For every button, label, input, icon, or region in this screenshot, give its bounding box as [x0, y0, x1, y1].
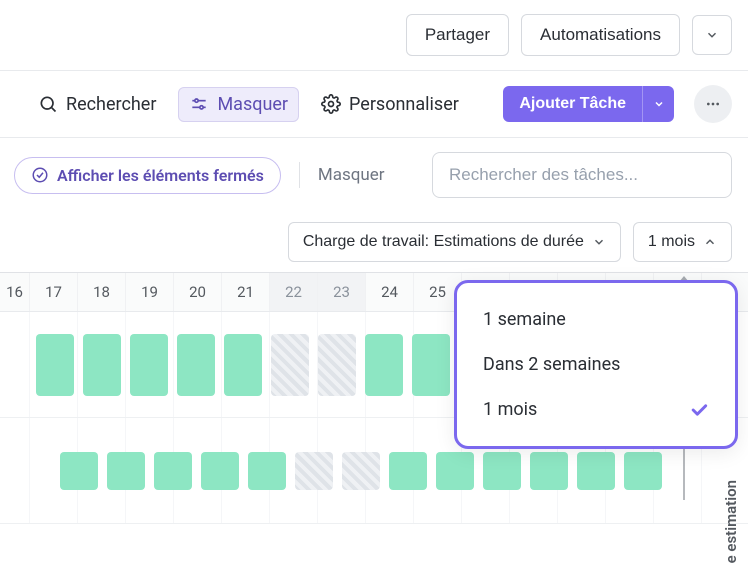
side-label: e estimation [722, 480, 740, 563]
day-cell[interactable]: 18 [78, 273, 126, 311]
sliders-icon [189, 94, 209, 114]
workload-block[interactable] [60, 452, 98, 490]
hide-label: Masquer [217, 94, 288, 115]
workload-block[interactable] [130, 334, 168, 396]
workload-block[interactable] [389, 452, 427, 490]
workload-block[interactable] [577, 452, 615, 490]
automations-dropdown[interactable] [692, 15, 732, 55]
search-tool[interactable]: Rechercher [28, 88, 166, 121]
more-button[interactable] [694, 85, 732, 123]
add-task-button[interactable]: Ajouter Tâche [503, 86, 642, 122]
gear-icon [321, 94, 341, 114]
day-cell[interactable]: 16 [0, 273, 30, 311]
range-dropdown: 1 semaine Dans 2 semaines 1 mois [454, 280, 738, 449]
workload-block[interactable] [412, 334, 450, 396]
range-selector[interactable]: 1 mois [633, 222, 732, 262]
workload-block[interactable] [365, 334, 403, 396]
customize-label: Personnaliser [349, 94, 459, 115]
workload-block[interactable] [436, 452, 474, 490]
divider [299, 162, 300, 188]
day-cell[interactable]: 19 [126, 273, 174, 311]
add-task-dropdown[interactable] [642, 86, 674, 122]
hide-tool[interactable]: Masquer [178, 87, 299, 122]
range-option[interactable]: 1 semaine [457, 297, 735, 342]
chevron-up-icon [703, 235, 717, 249]
chevron-down-icon [653, 98, 665, 110]
workload-block[interactable] [530, 452, 568, 490]
search-tasks-input[interactable] [432, 152, 732, 198]
day-cell[interactable]: 21 [222, 273, 270, 311]
show-closed-label: Afficher les éléments fermés [57, 166, 264, 185]
workload-block[interactable] [318, 334, 356, 396]
range-option-label: 1 semaine [483, 309, 566, 330]
range-option[interactable]: 1 mois [457, 387, 735, 432]
workload-block[interactable] [107, 452, 145, 490]
automations-button[interactable]: Automatisations [521, 14, 680, 56]
workload-block[interactable] [154, 452, 192, 490]
workload-block[interactable] [83, 334, 121, 396]
more-horizontal-icon [705, 96, 721, 112]
range-label: 1 mois [648, 233, 695, 251]
search-icon [38, 94, 58, 114]
workload-block[interactable] [224, 334, 262, 396]
day-cell[interactable]: 17 [30, 273, 78, 311]
search-label: Rechercher [66, 94, 156, 115]
workload-block[interactable] [201, 452, 239, 490]
check-circle-icon [31, 166, 49, 184]
workload-label: Charge de travail: Estimations de durée [303, 233, 584, 251]
workload-block[interactable] [624, 452, 662, 490]
workload-block[interactable] [483, 452, 521, 490]
workload-block[interactable] [177, 334, 215, 396]
hide-filter[interactable]: Masquer [318, 165, 385, 185]
range-option-label: 1 mois [483, 399, 537, 420]
day-cell[interactable]: 20 [174, 273, 222, 311]
chevron-down-icon [705, 28, 719, 42]
day-cell[interactable]: 24 [366, 273, 414, 311]
check-icon [689, 400, 709, 420]
workload-block[interactable] [248, 452, 286, 490]
customize-tool[interactable]: Personnaliser [311, 88, 469, 121]
workload-block[interactable] [36, 334, 74, 396]
chevron-down-icon [592, 235, 606, 249]
workload-block[interactable] [271, 334, 309, 396]
range-option-label: Dans 2 semaines [483, 354, 620, 375]
day-cell[interactable]: 22 [270, 273, 318, 311]
workload-selector[interactable]: Charge de travail: Estimations de durée [288, 222, 621, 262]
workload-block[interactable] [295, 452, 333, 490]
day-cell[interactable]: 23 [318, 273, 366, 311]
show-closed-pill[interactable]: Afficher les éléments fermés [14, 157, 281, 194]
range-option[interactable]: Dans 2 semaines [457, 342, 735, 387]
workload-block[interactable] [342, 452, 380, 490]
share-button[interactable]: Partager [406, 14, 509, 56]
